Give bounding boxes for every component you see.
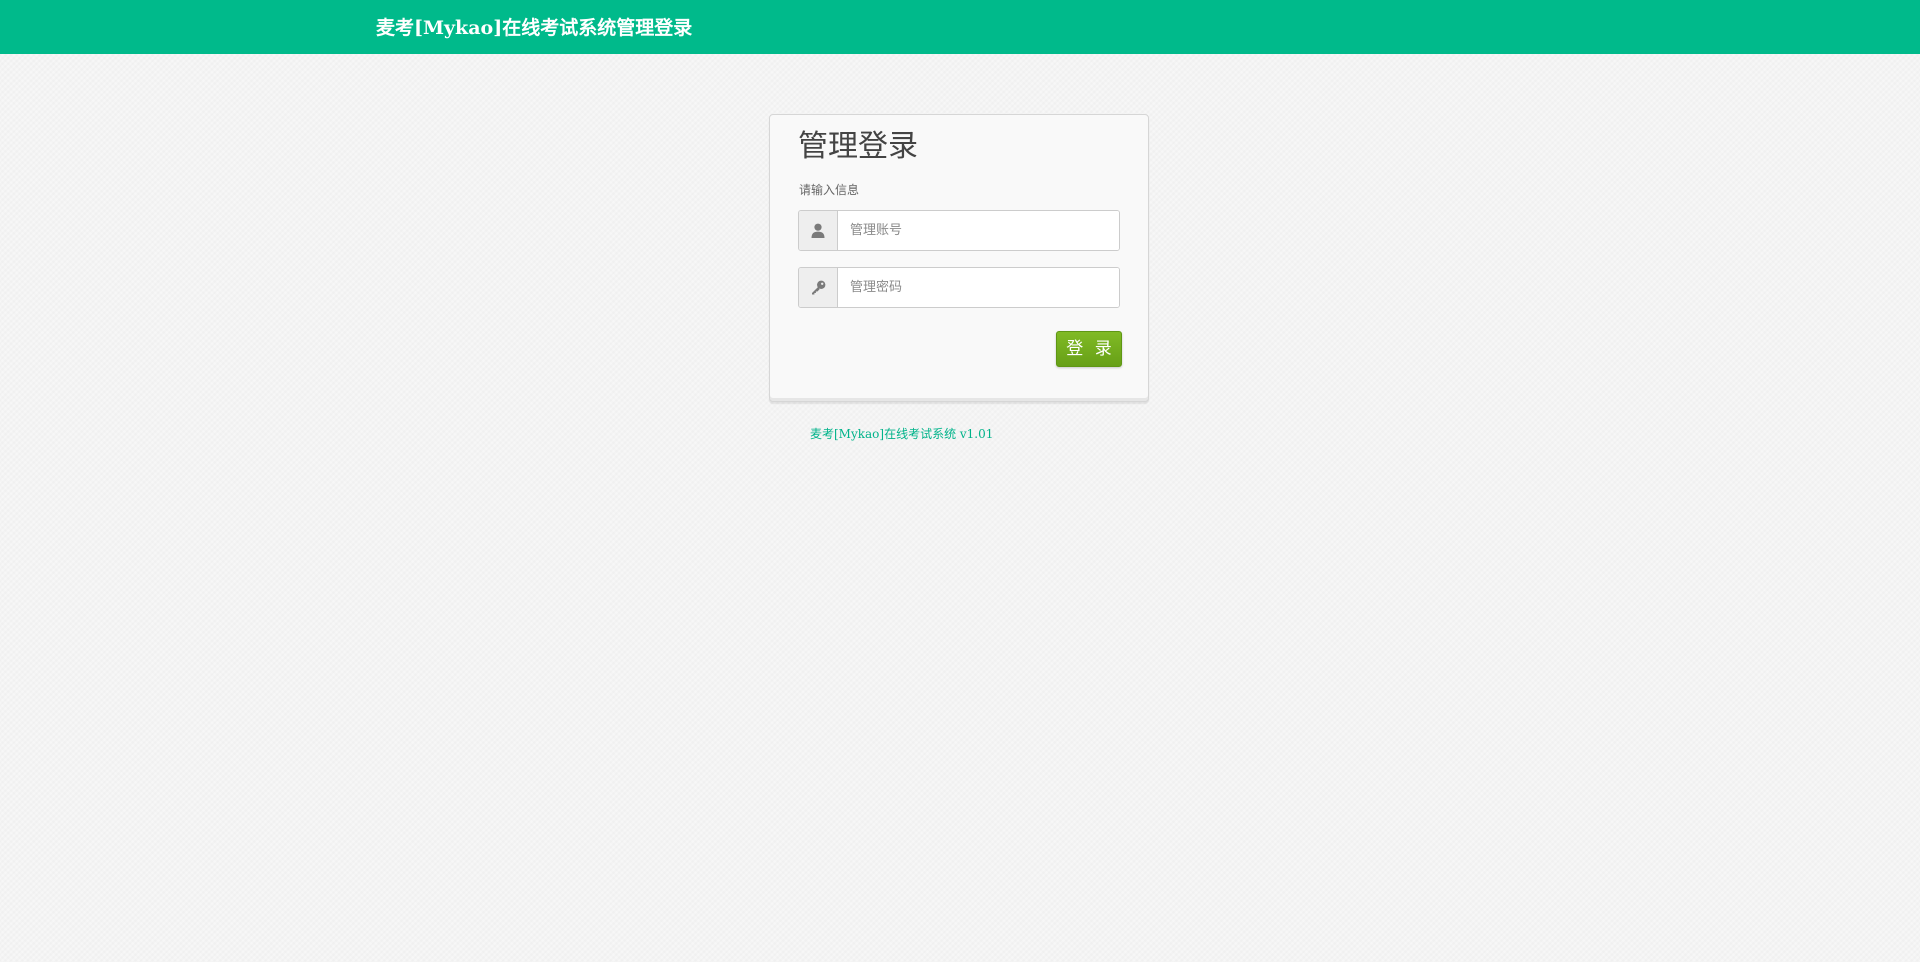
brand-title[interactable]: 麦考[Mykao]在线考试系统管理登录 xyxy=(376,13,692,40)
login-button[interactable]: 登 录 xyxy=(1056,331,1122,367)
password-input[interactable] xyxy=(838,268,1119,307)
login-card: 管理登录 请输入信息 登 录 xyxy=(769,114,1149,402)
user-icon xyxy=(799,211,838,250)
login-subtitle: 请输入信息 xyxy=(799,183,860,197)
password-field-group xyxy=(798,267,1120,308)
key-icon xyxy=(799,268,838,307)
username-field-group xyxy=(798,210,1120,251)
top-navbar: 麦考[Mykao]在线考试系统管理登录 xyxy=(0,0,1920,54)
page-title: 管理登录 xyxy=(798,129,918,164)
username-input[interactable] xyxy=(838,211,1119,250)
footer-version-link[interactable]: 麦考[Mykao]在线考试系统 v1.01 xyxy=(810,425,993,442)
